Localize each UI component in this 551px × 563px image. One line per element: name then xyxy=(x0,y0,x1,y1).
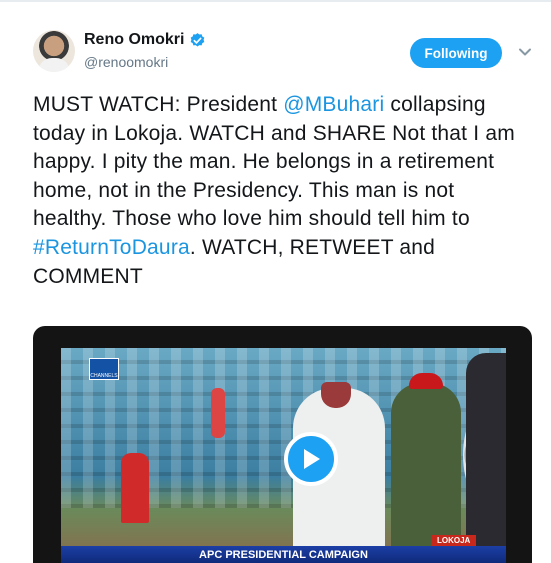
mention-link[interactable]: @MBuhari xyxy=(283,93,384,116)
verified-badge-icon xyxy=(191,32,205,47)
person-figure xyxy=(121,453,149,523)
hashtag-link[interactable]: #ReturnToDaura xyxy=(33,236,190,259)
channel-logo-text: CHANNELS xyxy=(90,373,118,379)
person-figure xyxy=(466,353,506,563)
play-icon xyxy=(304,449,320,469)
author-name[interactable]: Reno Omokri xyxy=(84,31,184,49)
avatar[interactable] xyxy=(33,30,75,72)
top-divider xyxy=(0,0,551,2)
play-button[interactable] xyxy=(284,432,338,486)
author-handle[interactable]: @renoomokri xyxy=(84,54,168,70)
channel-logo: CHANNELS xyxy=(89,358,119,380)
following-button[interactable]: Following xyxy=(410,38,502,68)
news-ticker: APC PRESIDENTIAL CAMPAIGN xyxy=(61,546,506,563)
location-tag: LOKOJA xyxy=(431,535,477,546)
video-player[interactable]: CHANNELS LOKOJA APC PRESIDENTIAL CAMPAIG… xyxy=(33,326,532,563)
chevron-down-icon[interactable] xyxy=(517,45,533,59)
tweet-text-part: MUST WATCH: President xyxy=(33,93,284,116)
tweet-text: MUST WATCH: President @MBuhari collapsin… xyxy=(33,91,523,291)
author-name-row[interactable]: Reno Omokri xyxy=(84,31,206,49)
person-figure xyxy=(211,388,225,438)
